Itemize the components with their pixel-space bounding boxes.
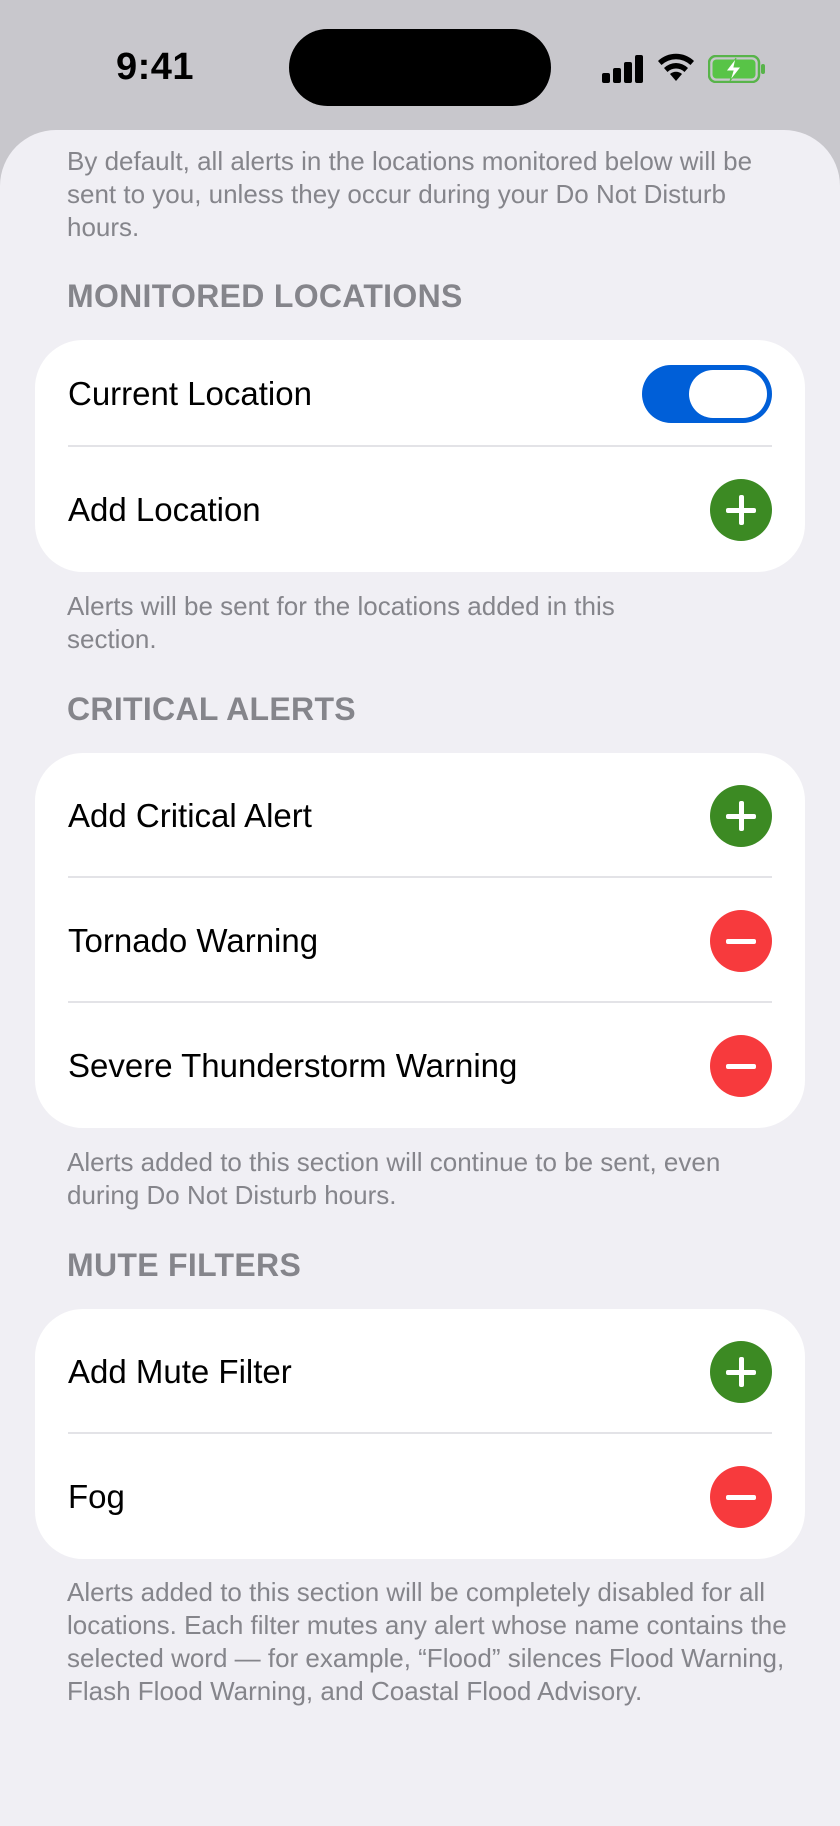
critical-alert-label: Severe Thunderstorm Warning [68, 1046, 518, 1084]
current-location-label: Current Location [68, 374, 312, 412]
wifi-icon [658, 53, 694, 81]
minus-icon [726, 938, 756, 944]
remove-fog-button[interactable] [710, 1465, 772, 1528]
minus-icon [726, 1494, 756, 1500]
critical-alerts-header: CRITICAL ALERTS [67, 691, 356, 727]
add-mute-filter-row[interactable]: Add Mute Filter [35, 1309, 805, 1434]
battery-charging-icon [708, 55, 765, 83]
add-critical-alert-button[interactable] [710, 784, 772, 847]
critical-alerts-card: Add Critical Alert Tornado Warning Sever… [35, 753, 805, 1128]
critical-alerts-footer: Alerts added to this section will contin… [67, 1147, 721, 1210]
remove-tornado-warning-button[interactable] [710, 909, 772, 972]
status-time: 9:41 [116, 46, 195, 88]
monitored-locations-card: Current Location Add Location [35, 340, 805, 572]
dynamic-island [289, 29, 551, 106]
mute-filters-footer: Alerts added to this section will be com… [67, 1577, 787, 1706]
mute-filter-label: Fog [68, 1477, 125, 1515]
minus-icon [726, 1063, 756, 1069]
add-critical-alert-label: Add Critical Alert [68, 796, 312, 834]
list-item: Tornado Warning [35, 878, 805, 1003]
add-critical-alert-row[interactable]: Add Critical Alert [35, 753, 805, 878]
current-location-row: Current Location [35, 340, 805, 447]
list-item: Severe Thunderstorm Warning [35, 1003, 805, 1128]
toggle-knob [689, 369, 767, 418]
critical-alert-label: Tornado Warning [68, 921, 319, 959]
monitored-locations-footer: Alerts will be sent for the locations ad… [67, 591, 615, 654]
intro-text: By default, all alerts in the locations … [67, 146, 753, 242]
remove-severe-thunderstorm-warning-button[interactable] [710, 1034, 772, 1097]
current-location-toggle[interactable] [642, 364, 772, 423]
add-mute-filter-button[interactable] [710, 1340, 772, 1403]
status-bar: 9:41 [0, 0, 840, 130]
add-location-row[interactable]: Add Location [35, 447, 805, 572]
signal-icon [602, 55, 643, 83]
add-mute-filter-label: Add Mute Filter [68, 1352, 292, 1390]
mute-filters-header: MUTE FILTERS [67, 1247, 302, 1283]
mute-filters-card: Add Mute Filter Fog [35, 1309, 805, 1559]
add-location-label: Add Location [68, 490, 261, 528]
add-location-button[interactable] [710, 478, 772, 541]
list-item: Fog [35, 1434, 805, 1559]
monitored-locations-header: MONITORED LOCATIONS [67, 278, 463, 314]
